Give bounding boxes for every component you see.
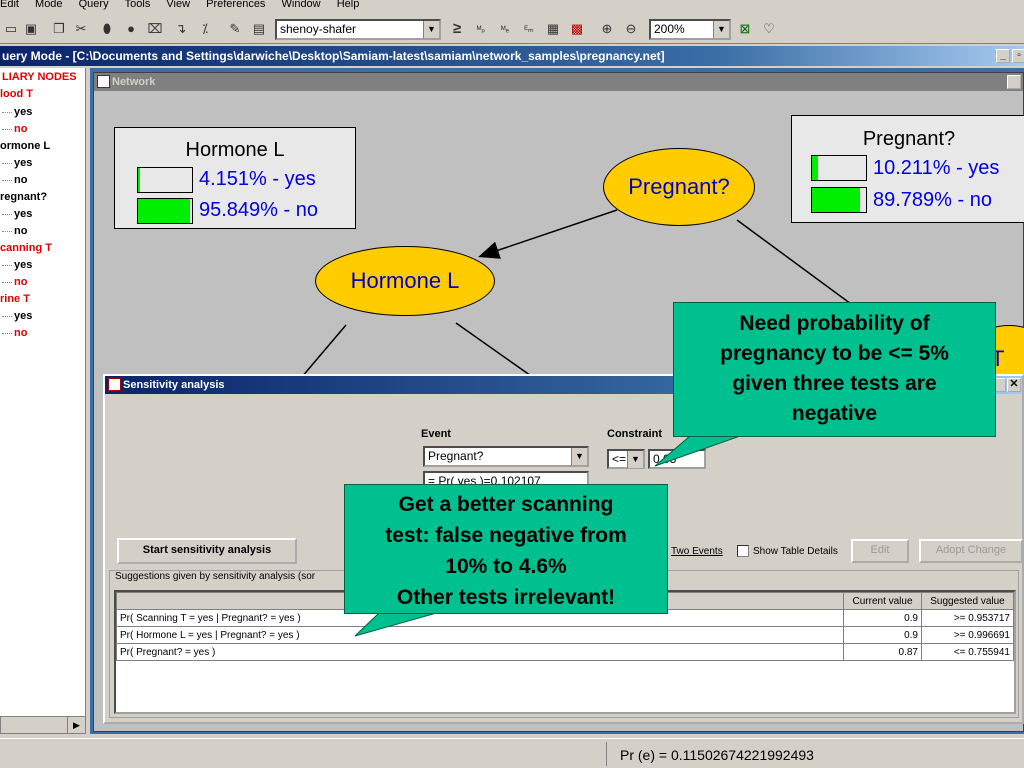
callout-top-line: pregnancy to be <= 5% — [720, 342, 949, 365]
callout-top-pointer — [654, 435, 741, 467]
callout-bottom-pointer — [354, 611, 441, 637]
callout-bottom-line: 10% to 4.6% — [445, 555, 567, 578]
callout-top-line: negative — [791, 402, 878, 425]
callout-top-line: given three tests are — [732, 372, 937, 395]
callout-bottom-line: Other tests irrelevant! — [396, 586, 616, 609]
callout-top: Need probability of pregnancy to be <= 5… — [673, 302, 996, 437]
status-probability: Pr (e) = 0.11502674221992493 — [620, 747, 814, 763]
status-bar: Pr (e) = 0.11502674221992493 — [0, 738, 1024, 768]
callout-bottom: Get a better scanning test: false negati… — [344, 484, 668, 614]
callout-bottom-line: test: false negative from — [385, 524, 627, 547]
status-divider — [606, 742, 607, 766]
callout-bottom-line: Get a better scanning — [398, 493, 614, 516]
callout-top-line: Need probability of — [739, 312, 930, 335]
